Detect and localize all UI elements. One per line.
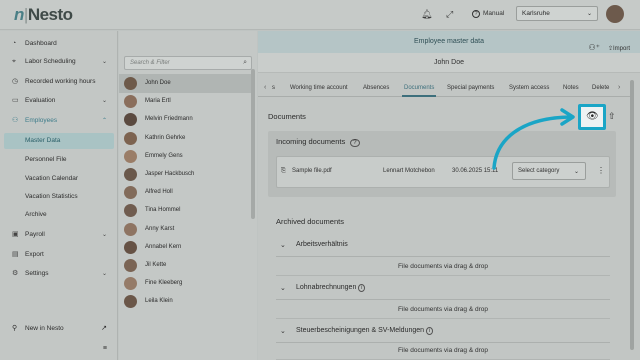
highlight-arrow — [492, 108, 575, 170]
